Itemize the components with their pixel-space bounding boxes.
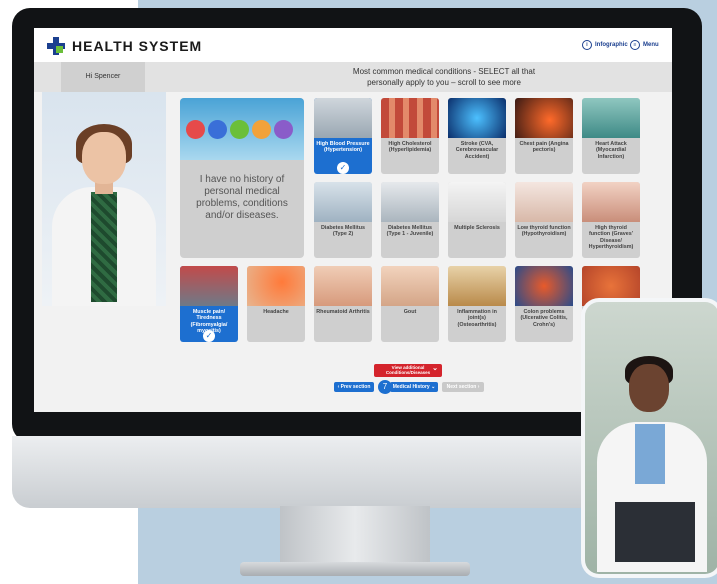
phone-avatar-shirt — [635, 424, 665, 484]
info-icon: i — [582, 40, 592, 50]
checkmark-icon: ✓ — [337, 162, 349, 174]
view-more-label: View additional Conditions/Diseases — [385, 365, 431, 375]
condition-label: Chest pain (Angina pectoris) — [519, 141, 569, 154]
condition-image — [448, 98, 506, 138]
avatar-shirt — [91, 192, 117, 302]
instructions-line-2: personally apply to you – scroll to see … — [367, 78, 521, 87]
avatar-face — [82, 132, 126, 184]
condition-card[interactable]: Headache — [247, 266, 305, 342]
no-history-card[interactable]: I have no history of personal medical pr… — [180, 98, 304, 258]
instructions-line-1: Most common medical conditions - SELECT … — [352, 67, 536, 76]
chevron-down-icon: ⌄ — [429, 384, 436, 390]
greeting: Hi Spencer — [61, 62, 145, 92]
condition-label: Low thyroid function (Hypothyroidism) — [517, 225, 571, 238]
condition-card[interactable]: High Blood Pressure (Hypertension) ✓ — [314, 98, 372, 174]
mobile-device — [585, 302, 717, 574]
condition-image — [448, 266, 506, 306]
menu-button[interactable]: ≡ Menu — [630, 40, 659, 50]
condition-image — [180, 266, 238, 306]
condition-image — [314, 98, 372, 138]
chevron-right-icon: › — [476, 384, 480, 390]
brand-title: HEALTH SYSTEM — [72, 38, 203, 54]
condition-image — [247, 266, 305, 306]
wellness-icons — [186, 120, 298, 142]
condition-image — [515, 98, 573, 138]
menu-label: Menu — [643, 42, 659, 48]
section-dropdown[interactable]: Medical History ⌄ — [390, 382, 438, 392]
condition-image — [381, 266, 439, 306]
condition-card[interactable]: High Cholesterol (Hyperlipidemia) — [381, 98, 439, 174]
condition-card[interactable]: Diabetes Mellitus (Type 2) — [314, 182, 372, 258]
condition-card[interactable]: Rheumatoid Arthritis — [314, 266, 372, 342]
condition-image — [582, 182, 640, 222]
health-cross-logo-icon — [47, 37, 65, 55]
condition-label: Rheumatoid Arthritis — [316, 309, 370, 315]
conditions-grid: I have no history of personal medical pr… — [180, 98, 650, 388]
condition-label: Multiple Sclerosis — [454, 225, 500, 231]
condition-label: High thyroid function (Graves' Disease/ … — [588, 225, 634, 251]
condition-label: Gout — [403, 309, 417, 315]
condition-card[interactable]: Heart Attack (Myocardial Infarction) — [582, 98, 640, 174]
condition-card[interactable]: Low thyroid function (Hypothyroidism) — [515, 182, 573, 258]
condition-card[interactable]: Gout — [381, 266, 439, 342]
phone-avatar-face — [629, 364, 669, 412]
infographic-label: Infographic — [595, 42, 628, 48]
condition-image — [515, 182, 573, 222]
condition-label: Inflammation in joint(s) (Osteoarthritis… — [457, 309, 497, 328]
condition-card[interactable]: Chest pain (Angina pectoris) — [515, 98, 573, 174]
wellness-image — [180, 98, 304, 160]
prev-section-button[interactable]: ‹ Prev section — [334, 382, 374, 392]
infographic-link[interactable]: i Infographic — [582, 40, 628, 50]
condition-label: High Blood Pressure (Hypertension) — [316, 141, 370, 154]
condition-label: Stroke (CVA, Cerebrovascular Accident) — [455, 141, 499, 160]
condition-image — [582, 98, 640, 138]
condition-image — [582, 266, 640, 306]
next-section-label: Next section — [446, 384, 477, 390]
condition-card[interactable]: Colon problems (Ulcerative Colitis, Croh… — [515, 266, 573, 342]
condition-label: Diabetes Mellitus (Type 2) — [320, 225, 366, 238]
condition-card[interactable]: High thyroid function (Graves' Disease/ … — [582, 182, 640, 258]
condition-image — [448, 182, 506, 222]
condition-card[interactable]: Diabetes Mellitus (Type 1 - Juvenile) — [381, 182, 439, 258]
condition-label: Heart Attack (Myocardial Infarction) — [595, 141, 627, 160]
condition-card[interactable]: Inflammation in joint(s) (Osteoarthritis… — [448, 266, 506, 342]
checkmark-icon: ✓ — [203, 330, 215, 342]
next-section-button[interactable]: Next section › — [442, 382, 484, 392]
view-more-conditions-button[interactable]: View additional Conditions/Diseases ⌄ — [374, 364, 442, 377]
scale-icon — [252, 120, 271, 139]
condition-image — [515, 266, 573, 306]
fitness-icon — [208, 120, 227, 139]
chevron-down-icon: ⌄ — [432, 365, 438, 372]
monitor-stand — [280, 506, 430, 566]
meditation-icon — [274, 120, 293, 139]
condition-label: Headache — [263, 309, 289, 315]
app-screen: HEALTH SYSTEM i Infographic ≡ Menu Hi Spen… — [34, 28, 672, 412]
app-header: HEALTH SYSTEM i Infographic ≡ Menu — [34, 28, 672, 62]
condition-label: Diabetes Mellitus (Type 1 - Juvenile) — [386, 225, 434, 238]
phone-avatar-skirt — [615, 502, 695, 562]
condition-card[interactable]: Multiple Sclerosis — [448, 182, 506, 258]
condition-card[interactable]: Muscle pain/ Tiredness (Fibromyalgia/ my… — [180, 266, 238, 342]
page-instructions: Most common medical conditions - SELECT … — [234, 66, 654, 88]
monitor-stand-base — [240, 562, 470, 576]
condition-label: High Cholesterol (Hyperlipidemia) — [388, 141, 432, 154]
condition-label: Colon problems (Ulcerative Colitis, Croh… — [520, 309, 568, 328]
condition-image — [381, 98, 439, 138]
condition-card[interactable]: Stroke (CVA, Cerebrovascular Accident) — [448, 98, 506, 174]
prev-section-label: Prev section — [340, 384, 371, 390]
menu-icon: ≡ — [630, 40, 640, 50]
heart-icon — [186, 120, 205, 139]
condition-image — [381, 182, 439, 222]
virtual-doctor-avatar — [42, 92, 166, 306]
section-label: Medical History — [392, 384, 430, 390]
no-history-text: I have no history of personal medical pr… — [196, 174, 288, 221]
condition-image — [314, 266, 372, 306]
condition-image — [314, 182, 372, 222]
apple-icon — [230, 120, 249, 139]
